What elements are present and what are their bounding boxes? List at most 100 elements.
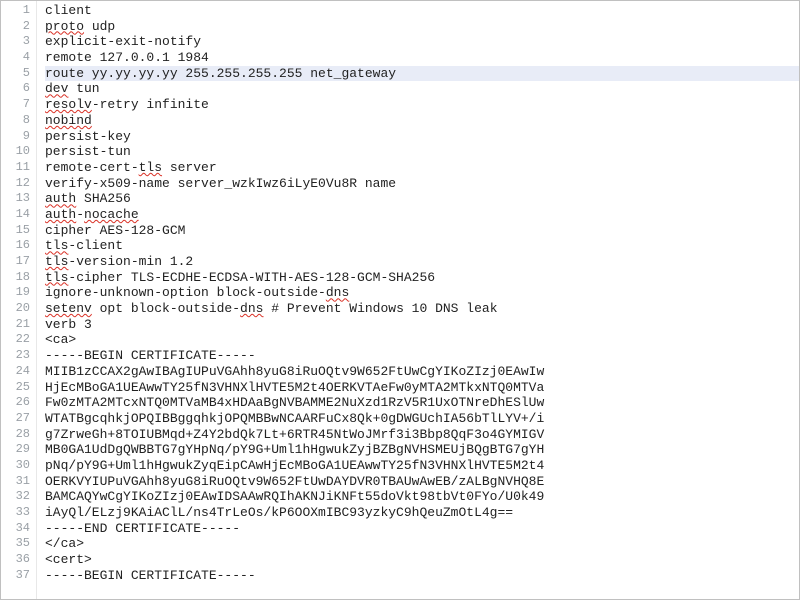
line-number: 34 <box>1 521 36 537</box>
line-number: 35 <box>1 536 36 552</box>
code-line[interactable]: verify-x509-name server_wzkIwz6iLyE0Vu8R… <box>45 176 799 192</box>
code-line[interactable]: tls-version-min 1.2 <box>45 254 799 270</box>
code-token: g7ZrweGh+8TOIUBMqd+Z4Y2bdQk7Lt+6RTR45NtW… <box>45 427 544 442</box>
code-token: iAyQl/ELzj9KAiAClL/ns4TrLeOs/kP6OOXmIBC9… <box>45 505 513 520</box>
code-token: -client <box>68 238 123 253</box>
code-editor[interactable]: 1234567891011121314151617181920212223242… <box>0 0 800 600</box>
code-line[interactable]: persist-key <box>45 129 799 145</box>
line-number: 3 <box>1 34 36 50</box>
code-line[interactable]: Fw0zMTA2MTcxNTQ0MTVaMB4xHDAaBgNVBAMME2Nu… <box>45 395 799 411</box>
code-line[interactable]: BAMCAQYwCgYIKoZIzj0EAwIDSAAwRQIhAKNJiKNF… <box>45 489 799 505</box>
code-token: OERKVYIUPuVGAhh8yuG8iRuOQtv9W652FtUwDAYD… <box>45 474 544 489</box>
code-line[interactable]: auth-nocache <box>45 207 799 223</box>
spellcheck-token: nobind <box>45 113 92 128</box>
line-number: 4 <box>1 50 36 66</box>
code-token: remote-cert- <box>45 160 139 175</box>
code-line[interactable]: pNq/pY9G+Uml1hHgwukZyqEipCAwHjEcMBoGA1UE… <box>45 458 799 474</box>
line-number: 36 <box>1 552 36 568</box>
code-token: -retry infinite <box>92 97 209 112</box>
code-line[interactable]: MB0GA1UdDgQWBBTG7gYHpNq/pY9G+Uml1hHgwukZ… <box>45 442 799 458</box>
code-line[interactable]: nobind <box>45 113 799 129</box>
code-token: persist-tun <box>45 144 131 159</box>
spellcheck-token: tls <box>45 238 68 253</box>
code-token: explicit-exit-notify <box>45 34 201 49</box>
line-number: 23 <box>1 348 36 364</box>
code-line[interactable]: persist-tun <box>45 144 799 160</box>
code-token: udp <box>84 19 115 34</box>
spellcheck-token: tls <box>45 254 68 269</box>
code-line[interactable]: -----END CERTIFICATE----- <box>45 521 799 537</box>
code-line[interactable]: iAyQl/ELzj9KAiAClL/ns4TrLeOs/kP6OOXmIBC9… <box>45 505 799 521</box>
code-line[interactable]: MIIB1zCCAX2gAwIBAgIUPuVGAhh8yuG8iRuOQtv9… <box>45 364 799 380</box>
code-line[interactable]: tls-cipher TLS-ECDHE-ECDSA-WITH-AES-128-… <box>45 270 799 286</box>
line-number: 11 <box>1 160 36 176</box>
code-token: opt block-outside- <box>92 301 240 316</box>
code-line[interactable]: resolv-retry infinite <box>45 97 799 113</box>
code-token: MB0GA1UdDgQWBBTG7gYHpNq/pY9G+Uml1hHgwukZ… <box>45 442 544 457</box>
line-number: 17 <box>1 254 36 270</box>
spellcheck-token: dev <box>45 81 68 96</box>
code-token: cipher AES-128-GCM <box>45 223 185 238</box>
line-number: 9 <box>1 129 36 145</box>
code-token: route yy.yy.yy.yy 255.255.255.255 net_ga… <box>45 66 396 81</box>
code-line[interactable]: HjEcMBoGA1UEAwwTY25fN3VHNXlHVTE5M2t4OERK… <box>45 380 799 396</box>
code-line[interactable]: route yy.yy.yy.yy 255.255.255.255 net_ga… <box>45 66 799 82</box>
code-line[interactable]: proto udp <box>45 19 799 35</box>
code-line[interactable]: ignore-unknown-option block-outside-dns <box>45 285 799 301</box>
code-token: persist-key <box>45 129 131 144</box>
line-number: 1 <box>1 3 36 19</box>
code-line[interactable]: </ca> <box>45 536 799 552</box>
code-area[interactable]: clientproto udpexplicit-exit-notifyremot… <box>37 1 799 599</box>
line-number: 5 <box>1 66 36 82</box>
line-number: 29 <box>1 442 36 458</box>
code-token: <ca> <box>45 332 76 347</box>
code-token: SHA256 <box>76 191 131 206</box>
code-line[interactable]: auth SHA256 <box>45 191 799 207</box>
code-line[interactable]: <ca> <box>45 332 799 348</box>
line-number: 15 <box>1 223 36 239</box>
code-token: Fw0zMTA2MTcxNTQ0MTVaMB4xHDAaBgNVBAMME2Nu… <box>45 395 544 410</box>
code-line[interactable]: verb 3 <box>45 317 799 333</box>
code-line[interactable]: setenv opt block-outside-dns # Prevent W… <box>45 301 799 317</box>
code-line[interactable]: -----BEGIN CERTIFICATE----- <box>45 568 799 584</box>
code-token: -cipher TLS-ECDHE-ECDSA-WITH-AES-128-GCM… <box>68 270 435 285</box>
code-token: verb 3 <box>45 317 92 332</box>
code-line[interactable]: g7ZrweGh+8TOIUBMqd+Z4Y2bdQk7Lt+6RTR45NtW… <box>45 427 799 443</box>
line-number: 19 <box>1 285 36 301</box>
spellcheck-token: proto <box>45 19 84 34</box>
code-token: remote 127.0.0.1 1984 <box>45 50 209 65</box>
spellcheck-token: dns <box>326 285 349 300</box>
code-line[interactable]: WTATBgcqhkjOPQIBBggqhkjOPQMBBwNCAARFuCx8… <box>45 411 799 427</box>
line-number: 2 <box>1 19 36 35</box>
code-line[interactable]: remote-cert-tls server <box>45 160 799 176</box>
line-number: 31 <box>1 474 36 490</box>
line-number: 28 <box>1 427 36 443</box>
code-line[interactable]: tls-client <box>45 238 799 254</box>
code-line[interactable]: explicit-exit-notify <box>45 34 799 50</box>
code-token: verify-x509-name server_wzkIwz6iLyE0Vu8R… <box>45 176 396 191</box>
code-token: -----BEGIN CERTIFICATE----- <box>45 568 256 583</box>
code-token: </ca> <box>45 536 84 551</box>
code-token: MIIB1zCCAX2gAwIBAgIUPuVGAhh8yuG8iRuOQtv9… <box>45 364 544 379</box>
line-number-gutter: 1234567891011121314151617181920212223242… <box>1 1 37 599</box>
code-token: pNq/pY9G+Uml1hHgwukZyqEipCAwHjEcMBoGA1UE… <box>45 458 544 473</box>
code-token: -----END CERTIFICATE----- <box>45 521 240 536</box>
code-line[interactable]: OERKVYIUPuVGAhh8yuG8iRuOQtv9W652FtUwDAYD… <box>45 474 799 490</box>
code-line[interactable]: -----BEGIN CERTIFICATE----- <box>45 348 799 364</box>
line-number: 14 <box>1 207 36 223</box>
spellcheck-token: auth <box>45 191 76 206</box>
line-number: 7 <box>1 97 36 113</box>
line-number: 6 <box>1 81 36 97</box>
code-token: tun <box>68 81 99 96</box>
code-line[interactable]: dev tun <box>45 81 799 97</box>
code-line[interactable]: <cert> <box>45 552 799 568</box>
code-line[interactable]: remote 127.0.0.1 1984 <box>45 50 799 66</box>
line-number: 37 <box>1 568 36 584</box>
line-number: 24 <box>1 364 36 380</box>
line-number: 22 <box>1 332 36 348</box>
code-line[interactable]: cipher AES-128-GCM <box>45 223 799 239</box>
code-line[interactable]: client <box>45 3 799 19</box>
code-token: BAMCAQYwCgYIKoZIzj0EAwIDSAAwRQIhAKNJiKNF… <box>45 489 544 504</box>
line-number: 25 <box>1 380 36 396</box>
code-token: WTATBgcqhkjOPQIBBggqhkjOPQMBBwNCAARFuCx8… <box>45 411 544 426</box>
